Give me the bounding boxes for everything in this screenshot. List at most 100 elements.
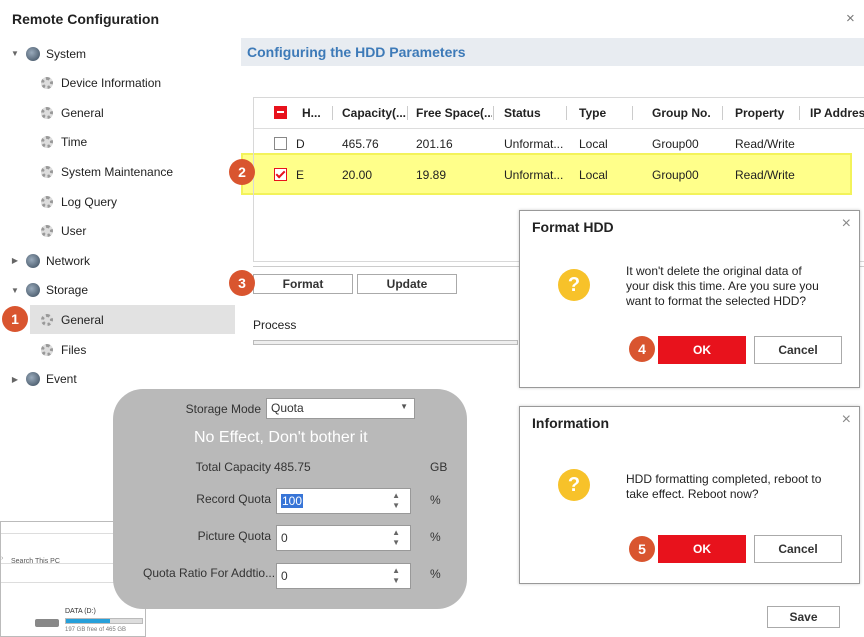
tree-item-label: Time <box>61 135 88 150</box>
column-header[interactable]: IP Address <box>810 98 864 128</box>
dialog-message: It won't delete the original data of you… <box>626 264 819 308</box>
step-badge: 4 <box>629 336 655 362</box>
tree-item-label: System <box>46 46 87 61</box>
ok-button[interactable]: OK <box>658 336 746 364</box>
tree-item-label: Event <box>46 372 77 387</box>
free-space-cell: 19.89 <box>416 168 447 182</box>
group-cell: Group00 <box>652 137 699 151</box>
step-badge: 1 <box>2 306 28 332</box>
column-header[interactable]: Capacity(... <box>342 98 408 128</box>
drive-label[interactable]: DATA (D:) <box>65 608 96 615</box>
hdd-cell: E <box>296 168 305 182</box>
percent-unit: % <box>430 493 441 507</box>
row-checkbox-checked[interactable] <box>274 168 287 181</box>
tree-item[interactable]: Time <box>41 128 235 157</box>
tree-item[interactable]: ▼ System <box>8 39 234 68</box>
dialog-title: Information <box>532 415 609 431</box>
tree-item-label: Device Information <box>61 76 162 91</box>
column-header[interactable]: Property <box>735 98 795 128</box>
free-space-cell: 201.16 <box>416 137 453 151</box>
step-badge: 2 <box>229 159 255 185</box>
process-label: Process <box>253 318 297 332</box>
tree-item-label: Log Query <box>61 194 118 209</box>
spin-up-icon[interactable]: ▲ <box>392 529 400 537</box>
row-checkbox[interactable] <box>274 137 287 150</box>
tree-item[interactable]: Files <box>41 335 235 364</box>
search-input[interactable]: Search This PC <box>11 558 60 565</box>
column-header[interactable]: Status <box>504 98 564 128</box>
category-icon <box>26 283 40 298</box>
record-quota-input[interactable]: 100 ▲ ▼ <box>276 488 411 514</box>
tree-item-label: Network <box>46 253 91 268</box>
window-title: Remote Configuration <box>12 11 159 27</box>
tree-item-label: User <box>61 224 87 239</box>
close-icon[interactable]: × <box>842 215 851 233</box>
property-cell: Read/Write <box>735 137 795 151</box>
step-badge: 5 <box>629 536 655 562</box>
tree-item[interactable]: General <box>41 98 235 127</box>
spin-up-icon[interactable]: ▲ <box>392 492 400 500</box>
tree-item-label: System Maintenance <box>61 164 174 179</box>
column-header[interactable]: Free Space(... <box>416 98 492 128</box>
caret-down-icon[interactable]: ▼ <box>8 49 22 58</box>
column-header[interactable]: Group No. <box>652 98 712 128</box>
process-bar <box>253 340 518 345</box>
select-all-checkbox[interactable] <box>274 106 287 119</box>
percent-unit: % <box>430 530 441 544</box>
step-badge: 3 <box>229 270 255 296</box>
close-icon[interactable]: × <box>846 10 855 27</box>
group-cell: Group00 <box>652 168 699 182</box>
status-cell: Unformat... <box>504 168 564 182</box>
format-button[interactable]: Format <box>253 274 353 294</box>
category-icon <box>26 253 40 268</box>
update-button[interactable]: Update <box>357 274 457 294</box>
caret-right-icon[interactable]: ▶ <box>8 375 22 384</box>
gb-unit: GB <box>430 460 448 474</box>
tree-item[interactable]: General <box>30 305 235 335</box>
close-icon[interactable]: × <box>842 411 851 429</box>
spin-down-icon[interactable]: ▼ <box>392 502 400 510</box>
spin-down-icon[interactable]: ▼ <box>392 539 400 547</box>
tree-item-label: Files <box>61 342 87 357</box>
gear-icon <box>41 313 53 326</box>
percent-unit: % <box>430 567 441 581</box>
spin-down-icon[interactable]: ▼ <box>392 577 400 585</box>
tree-item[interactable]: Device Information <box>41 69 235 98</box>
gear-icon <box>41 106 53 119</box>
gear-icon <box>41 225 53 238</box>
picture-quota-label: Picture Quota <box>197 529 271 543</box>
storage-mode-select[interactable]: Quota ▼ <box>266 398 415 419</box>
total-capacity-value: 485.75 <box>274 460 311 474</box>
total-capacity-label: Total Capacity <box>195 460 271 474</box>
format-hdd-dialog: Format HDD × ? It won't delete the origi… <box>519 210 860 388</box>
tree-item-label: General <box>61 312 104 327</box>
status-cell: Unformat... <box>504 137 564 151</box>
overlay-note: No Effect, Don't bother it <box>194 429 368 446</box>
column-header[interactable]: Type <box>579 98 629 128</box>
drive-info: 197 GB free of 465 GB <box>65 627 127 633</box>
spin-up-icon[interactable]: ▲ <box>392 567 400 575</box>
tree-item-label: General <box>61 105 104 120</box>
quota-ratio-label: Quota Ratio For Addtio... <box>143 566 276 580</box>
ok-button[interactable]: OK <box>658 535 746 563</box>
tree-item[interactable]: System Maintenance <box>41 157 235 186</box>
caret-right-icon[interactable]: ▶ <box>8 256 22 265</box>
type-cell: Local <box>579 137 608 151</box>
save-button[interactable]: Save <box>767 606 840 628</box>
storage-mode-label: Storage Mode <box>185 402 261 416</box>
storage-mode-panel: Storage Mode Quota ▼ No Effect, Don't bo… <box>113 389 467 609</box>
gear-icon <box>41 343 53 356</box>
picture-quota-input[interactable]: 0 ▲ ▼ <box>276 525 411 551</box>
dialog-message: HDD formatting completed, reboot to take… <box>626 472 822 501</box>
tree-item[interactable]: User <box>41 217 235 246</box>
cancel-button[interactable]: Cancel <box>754 535 842 563</box>
drive-usage-bar <box>65 618 143 624</box>
property-cell: Read/Write <box>735 168 795 182</box>
cancel-button[interactable]: Cancel <box>754 336 842 364</box>
tree-item[interactable]: ▶ Network <box>8 246 234 275</box>
category-icon <box>26 46 40 61</box>
caret-down-icon[interactable]: ▼ <box>8 286 22 295</box>
quota-ratio-input[interactable]: 0 ▲ ▼ <box>276 563 411 589</box>
tree-item[interactable]: ▼ Storage <box>8 276 234 305</box>
tree-item[interactable]: Log Query <box>41 187 235 216</box>
